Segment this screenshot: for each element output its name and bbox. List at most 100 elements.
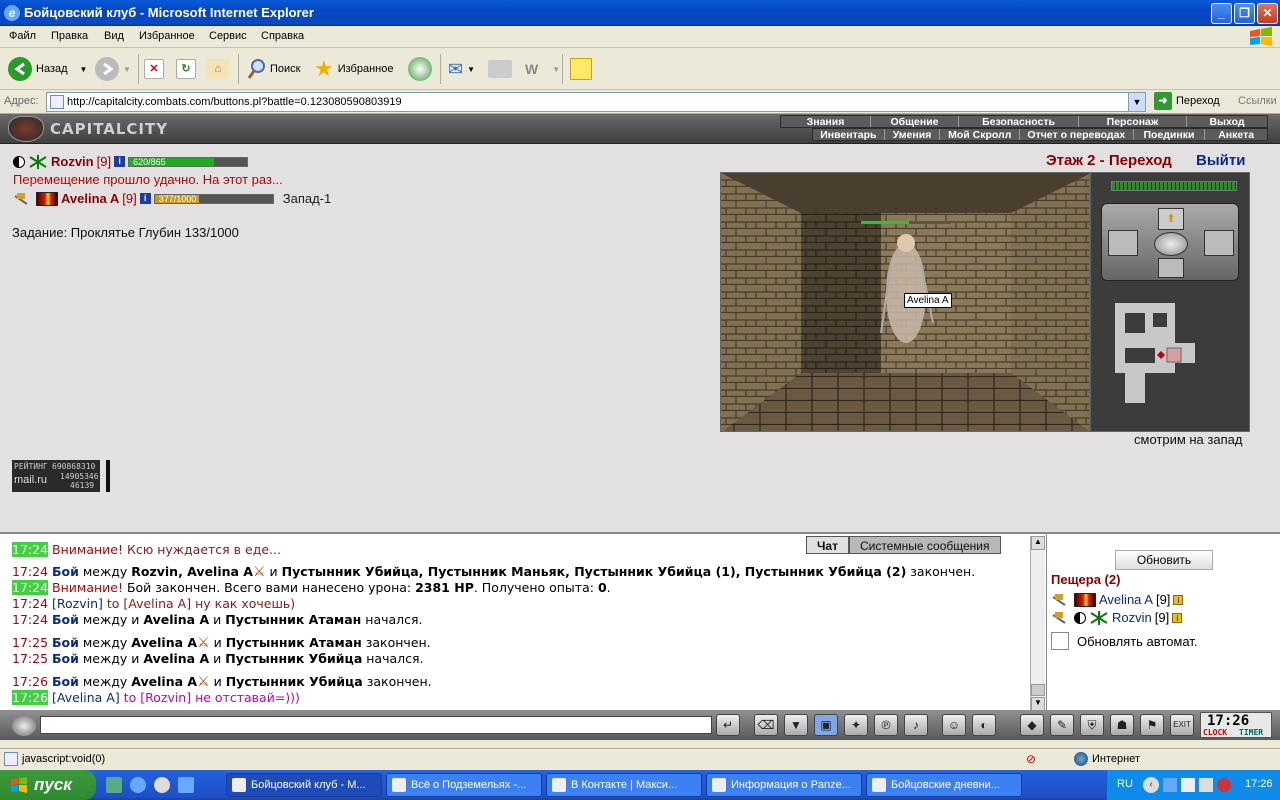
- language-indicator[interactable]: RU: [1117, 778, 1133, 790]
- compass-icon[interactable]: [1154, 232, 1188, 256]
- smile-menu-icon[interactable]: [12, 716, 36, 736]
- scroll-down-arrow[interactable]: ▼: [1031, 697, 1045, 711]
- info-icon[interactable]: i: [139, 193, 151, 204]
- quicklaunch-media-icon[interactable]: [154, 777, 170, 793]
- notes-button[interactable]: [570, 56, 592, 82]
- sound-button[interactable]: ♪: [904, 714, 928, 736]
- taskbar-item-panzer-info[interactable]: Информация о Panze...: [706, 773, 862, 797]
- menu-file[interactable]: Файл: [9, 30, 36, 42]
- info-icon[interactable]: i: [1172, 612, 1183, 623]
- submenu-transfers[interactable]: Отчет о переводах: [1020, 129, 1134, 141]
- menu-exit[interactable]: Выход: [1187, 116, 1267, 128]
- menu-communication[interactable]: Общение: [871, 116, 959, 128]
- submenu-inventory[interactable]: Инвентарь: [813, 129, 885, 141]
- whisper-button[interactable]: ℗: [874, 714, 898, 736]
- start-button[interactable]: пуск: [0, 770, 96, 800]
- smile-button[interactable]: ☺: [942, 714, 966, 736]
- run-icon[interactable]: ✦: [844, 714, 868, 736]
- back-button[interactable]: Назад ▼: [8, 56, 87, 82]
- tray-volume-icon[interactable]: [1199, 778, 1213, 792]
- menu-knowledge[interactable]: Знания: [781, 116, 871, 128]
- menu-edit[interactable]: Правка: [51, 30, 88, 42]
- chat-input[interactable]: [40, 716, 712, 734]
- filter-button[interactable]: ▼: [784, 714, 808, 736]
- minimize-button[interactable]: _: [1211, 3, 1232, 24]
- battle-log-link[interactable]: Бой: [52, 564, 79, 579]
- history-button[interactable]: [408, 56, 432, 82]
- edit-button[interactable]: W ▼: [525, 56, 560, 82]
- armor-button[interactable]: ⛨: [1080, 714, 1104, 736]
- room-user-name[interactable]: Rozvin: [1112, 610, 1152, 625]
- taskbar-item-diaries[interactable]: Бойцовские дневни...: [866, 773, 1022, 797]
- submenu-profile[interactable]: Анкета: [1205, 129, 1267, 141]
- auto-refresh-checkbox[interactable]: [1051, 632, 1069, 650]
- tray-app-icon[interactable]: [1181, 778, 1195, 792]
- stop-button[interactable]: ✕: [144, 56, 164, 82]
- go-button[interactable]: ➜ Переход: [1154, 92, 1220, 110]
- forward-button[interactable]: ▼: [95, 56, 131, 82]
- quicklaunch-desktop-icon[interactable]: [178, 777, 194, 793]
- tray-network-icon[interactable]: [1163, 778, 1177, 792]
- team-button[interactable]: ☗: [1110, 714, 1134, 736]
- battle-log-link[interactable]: Бой: [52, 635, 79, 650]
- address-dropdown[interactable]: ▼: [1128, 93, 1145, 111]
- chat-scrollbar[interactable]: ▲ ▼: [1030, 536, 1045, 712]
- mailru-rating-counter[interactable]: РЕЙТИНГ 690868310 mail.ru 14905346 46139: [12, 460, 100, 492]
- search-button[interactable]: Поиск: [246, 56, 300, 82]
- tray-collapse-icon[interactable]: ‹: [1143, 777, 1159, 793]
- menu-tools[interactable]: Сервис: [209, 30, 247, 42]
- quicklaunch-app-icon[interactable]: [106, 777, 122, 793]
- room-user-name[interactable]: Avelina A: [1099, 592, 1153, 607]
- battle-log-link[interactable]: Бой: [52, 651, 79, 666]
- menu-help[interactable]: Справка: [261, 30, 304, 42]
- bag-button[interactable]: ◆: [1020, 714, 1044, 736]
- exit-door-button[interactable]: EXIT: [1170, 714, 1194, 736]
- links-label[interactable]: Ссылки: [1238, 95, 1277, 107]
- turn-right-button[interactable]: [1204, 230, 1234, 256]
- chat-sender[interactable]: [Avelina A]: [52, 690, 120, 705]
- move-forward-button[interactable]: ⬆: [1158, 208, 1184, 230]
- menu-security[interactable]: Безопасность: [959, 116, 1079, 128]
- refresh-button[interactable]: Обновить: [1115, 550, 1213, 570]
- taskbar-item-combats[interactable]: Бойцовский клуб - М...: [226, 773, 382, 797]
- close-button[interactable]: ✕: [1257, 3, 1278, 24]
- quill-button[interactable]: ✎: [1050, 714, 1074, 736]
- dungeon-view[interactable]: Avelina A: [720, 172, 1090, 432]
- scroll-thumb[interactable]: [1031, 684, 1045, 696]
- taskbar-item-dungeons[interactable]: Всё о Подземельях -...: [386, 773, 542, 797]
- tab-system-messages[interactable]: Системные сообщения: [848, 536, 1001, 554]
- player-name[interactable]: Avelina A: [61, 191, 119, 206]
- info-icon[interactable]: i: [114, 156, 126, 167]
- popup-blocked-icon[interactable]: ⊘: [1026, 752, 1042, 766]
- quicklaunch-ie-icon[interactable]: [130, 777, 146, 793]
- turn-left-button[interactable]: [1108, 230, 1138, 256]
- battle-log-link[interactable]: Бой: [52, 674, 79, 689]
- home-button[interactable]: ⌂: [207, 56, 229, 82]
- refresh-button[interactable]: ↻: [176, 56, 196, 82]
- print-button[interactable]: [488, 56, 512, 82]
- scroll-up-arrow[interactable]: ▲: [1031, 536, 1045, 550]
- chat-sender[interactable]: [Rozvin]: [52, 596, 103, 611]
- tray-clock[interactable]: 17:26: [1245, 778, 1273, 790]
- player-name[interactable]: Rozvin: [51, 154, 94, 169]
- favorites-button[interactable]: ★ Избранное: [314, 56, 393, 82]
- exit-link[interactable]: Выйти: [1196, 152, 1245, 169]
- send-button[interactable]: ↵: [716, 714, 740, 736]
- info-icon[interactable]: i: [1173, 594, 1184, 605]
- minimap[interactable]: [1105, 293, 1195, 403]
- clear-button[interactable]: ⌫: [754, 714, 778, 736]
- maximize-button[interactable]: ❐: [1234, 3, 1255, 24]
- helmet-button[interactable]: ◐: [972, 714, 996, 736]
- menu-favorites[interactable]: Избранное: [139, 30, 195, 42]
- mail-button[interactable]: ✉ ▼: [448, 56, 475, 82]
- address-input[interactable]: http://capitalcity.combats.com/buttons.p…: [46, 92, 1146, 112]
- battle-log-link[interactable]: Бой: [52, 612, 79, 627]
- taskbar-item-vkontakte[interactable]: В Контакте | Макси...: [546, 773, 702, 797]
- tray-security-icon[interactable]: [1217, 778, 1231, 792]
- menu-character[interactable]: Персонаж: [1079, 116, 1187, 128]
- submenu-skills[interactable]: Умения: [885, 129, 941, 141]
- submenu-fights[interactable]: Поединки: [1134, 129, 1206, 141]
- menu-view[interactable]: Вид: [104, 30, 124, 42]
- tab-chat[interactable]: Чат: [806, 536, 849, 554]
- flag-button[interactable]: ⚑: [1140, 714, 1164, 736]
